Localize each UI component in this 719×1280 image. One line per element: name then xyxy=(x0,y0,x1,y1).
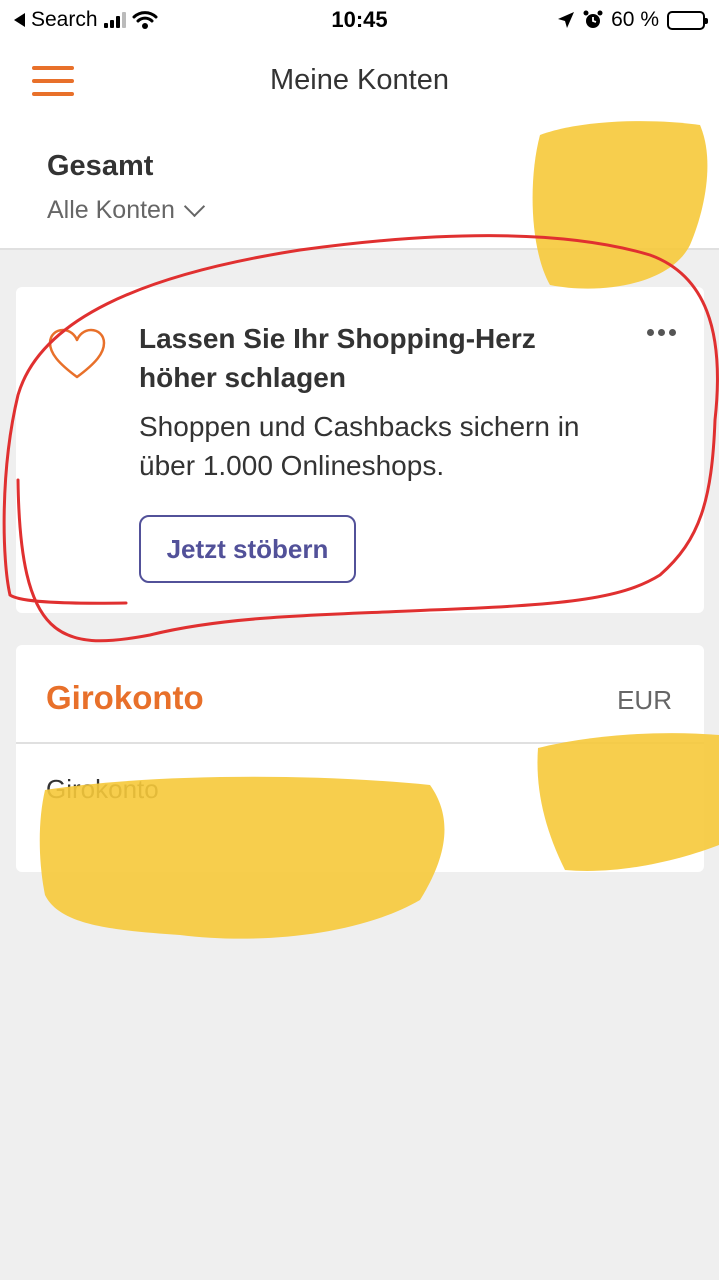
back-label: Search xyxy=(31,8,98,31)
app-header: Meine Konten xyxy=(0,40,719,124)
back-arrow-icon xyxy=(14,13,25,27)
battery-percent: 60 % xyxy=(611,8,659,31)
account-card: Girokonto EUR Girokonto xyxy=(16,645,704,872)
heart-icon xyxy=(48,328,106,379)
promo-card: Lassen Sie Ihr Shopping-Herz höher schla… xyxy=(16,287,704,613)
account-row-name: Girokonto xyxy=(46,774,159,804)
account-filter-dropdown[interactable]: Alle Konten xyxy=(47,195,205,225)
browse-button[interactable]: Jetzt stöbern xyxy=(139,515,356,583)
account-card-header: Girokonto EUR xyxy=(16,645,704,744)
status-bar: Search 10:45 60 % xyxy=(0,0,719,40)
summary-section: Gesamt Alle Konten xyxy=(0,124,719,250)
chevron-down-icon xyxy=(183,195,205,218)
cellular-signal-icon xyxy=(103,12,126,28)
back-to-search[interactable]: Search xyxy=(14,8,158,32)
account-title: Girokonto xyxy=(46,679,204,716)
battery-icon xyxy=(667,10,708,30)
currency-label: EUR xyxy=(617,685,672,715)
promo-title: Lassen Sie Ihr Shopping-Herz höher schla… xyxy=(139,323,536,393)
alarm-icon xyxy=(583,10,603,28)
wifi-icon xyxy=(132,11,158,29)
promo-text: Shoppen und Cashbacks sichern in über 1.… xyxy=(139,411,580,481)
summary-title: Gesamt xyxy=(47,150,154,182)
more-icon[interactable] xyxy=(647,329,676,336)
account-row[interactable]: Girokonto xyxy=(16,746,704,872)
location-icon xyxy=(558,12,575,28)
filter-label: Alle Konten xyxy=(47,196,175,224)
page-title: Meine Konten xyxy=(270,64,449,96)
